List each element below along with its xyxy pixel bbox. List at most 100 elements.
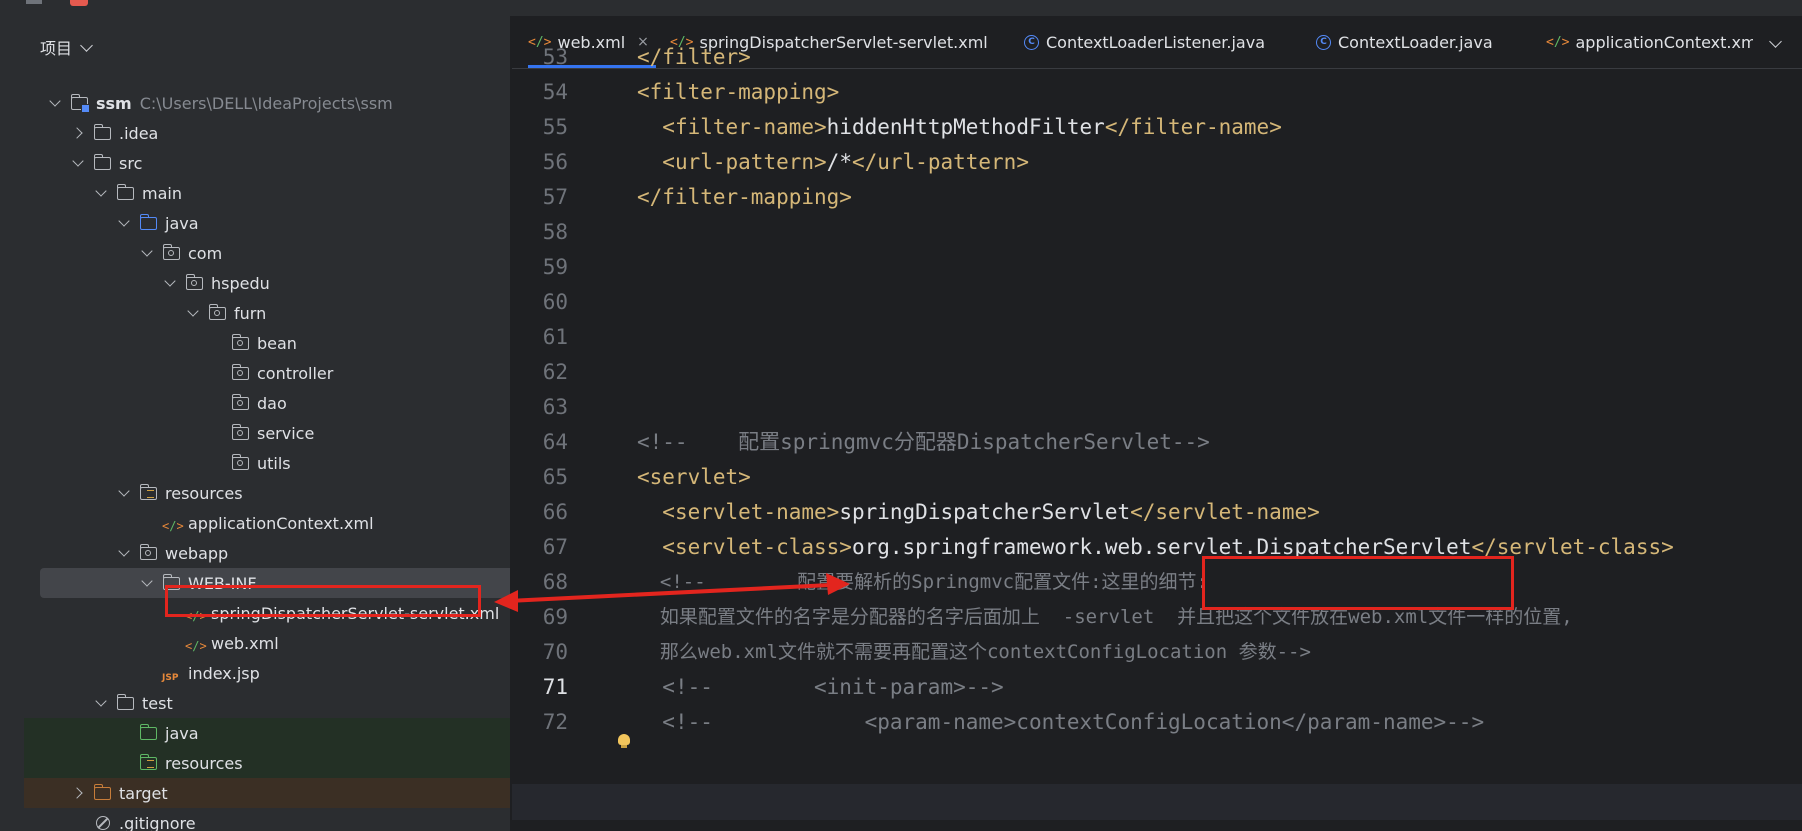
folder-icon — [139, 754, 159, 771]
line-number: 55 — [542, 115, 568, 139]
folder-icon — [70, 94, 90, 113]
tree-item[interactable]: ssm C:\Users\DELL\IdeaProjects\ssm — [24, 88, 522, 118]
tree-item[interactable]: </> web.xml — [24, 628, 522, 658]
tree-item[interactable]: main — [24, 178, 522, 208]
tree-item-label: test — [142, 693, 173, 713]
tree-item[interactable]: src — [24, 148, 522, 178]
code-line: <filter-mapping> — [637, 80, 840, 104]
code-line: <!-- 配置springmvc分配器DispatcherServlet--> — [637, 430, 1210, 454]
folder-icon — [231, 394, 251, 411]
tree-item[interactable]: resources — [24, 748, 522, 778]
folder-icon — [116, 694, 136, 711]
folder-icon — [231, 424, 251, 441]
project-panel-title: 项目 — [40, 39, 73, 58]
editor-tab-label: ContextLoaderListener.java — [1046, 32, 1265, 52]
tree-item-label: java — [165, 723, 199, 743]
chevron-right-icon[interactable] — [70, 126, 85, 140]
chevron-down-icon[interactable] — [140, 245, 154, 260]
xml-file-icon: </> — [185, 639, 207, 653]
tree-item[interactable]: hspedu — [24, 268, 522, 298]
tree-item[interactable]: utils — [24, 448, 522, 478]
tree-item-label: controller — [257, 363, 334, 383]
code-line: <servlet> — [637, 465, 751, 489]
tree-item[interactable]: service — [24, 418, 522, 448]
editor-tab[interactable]: C ContextLoaderListener.java — [1024, 16, 1265, 68]
project-panel: 项目 ssm C:\Users\DELL\IdeaProjects\ssm .ide… — [12, 16, 522, 831]
tree-item-label: utils — [257, 453, 291, 473]
folder-icon — [116, 184, 136, 201]
line-number: 67 — [542, 535, 568, 559]
chevron-down-icon[interactable] — [117, 215, 131, 230]
editor-tab[interactable]: C ContextLoader.java — [1316, 16, 1493, 68]
folder-icon — [93, 124, 113, 141]
tree-item-label: index.jsp — [188, 663, 260, 683]
chevron-down-icon[interactable] — [48, 95, 62, 110]
chevron-down-icon[interactable] — [94, 695, 108, 710]
editor-tab-label: ContextLoader.java — [1338, 32, 1493, 52]
tree-item[interactable]: dao — [24, 388, 522, 418]
folder-icon — [93, 154, 113, 171]
tree-item-label: com — [188, 243, 223, 263]
line-number: 72 — [542, 710, 568, 734]
tree-item[interactable]: JSP index.jsp — [24, 658, 522, 688]
editor-tab[interactable]: </> applicationContext.xml — [1546, 16, 1753, 68]
editor: </> web.xml × </> springDispatcherServlet-se… — [512, 16, 1802, 831]
tree-item[interactable]: .idea — [24, 118, 522, 148]
chevron-down-icon[interactable] — [117, 485, 131, 500]
tool-window-strip — [0, 16, 12, 831]
line-number: 62 — [542, 360, 568, 384]
tree-item-label: applicationContext.xml — [188, 513, 374, 533]
code-line: <!-- 配置要解析的Springmvc配置文件:这里的细节: — [659, 571, 1208, 593]
code-line: <!-- <param-name>contextConfigLocation</… — [662, 710, 1485, 734]
tree-item-label: dao — [257, 393, 287, 413]
tree-item-label: java — [165, 213, 199, 233]
code-line: </filter> — [637, 45, 751, 69]
line-number: 60 — [542, 290, 568, 314]
line-number: 53 — [542, 45, 568, 69]
tree-item[interactable]: com — [24, 238, 522, 268]
tree-item[interactable]: test — [24, 688, 522, 718]
chevron-down-icon[interactable] — [163, 275, 177, 290]
tree-item[interactable]: controller — [24, 358, 522, 388]
chevron-down-icon[interactable] — [140, 575, 154, 590]
line-number: 58 — [542, 220, 568, 244]
folder-icon — [231, 334, 251, 351]
intention-bulb-icon[interactable] — [618, 734, 630, 748]
tree-item[interactable]: java — [24, 718, 522, 748]
tree-item[interactable]: furn — [24, 298, 522, 328]
folder-icon — [139, 724, 159, 741]
xml-file-icon: </> — [162, 519, 184, 533]
folder-icon — [231, 364, 251, 381]
main-menu-icon[interactable] — [26, 0, 42, 4]
line-number: 61 — [542, 325, 568, 349]
line-number: 68 — [542, 570, 568, 594]
chevron-down-icon[interactable] — [71, 155, 85, 170]
tree-item[interactable]: resources — [24, 478, 522, 508]
tree-item[interactable]: java — [24, 208, 522, 238]
tree-item-label: .idea — [119, 123, 159, 143]
chevron-down-icon[interactable] — [117, 545, 131, 560]
jsp-file-icon: JSP — [162, 673, 179, 683]
chevron-down-icon[interactable] — [186, 305, 200, 320]
project-panel-header[interactable]: 项目 — [40, 34, 93, 60]
line-number-gutter: 53 54 55 56 57 58 59 60 61 62 63 64 65 66 67 68 69 70 71 72 — [512, 45, 598, 831]
project-badge-icon[interactable] — [70, 0, 88, 6]
tree-item-label: resources — [165, 753, 243, 773]
code-area[interactable]: </filter> <filter-mapping> <filter-name>h… — [637, 45, 1802, 831]
tree-item-label: src — [119, 153, 143, 173]
highlight-box-servlet-xml-file — [165, 585, 481, 617]
tree-item[interactable]: webapp — [24, 538, 522, 568]
chevron-down-icon[interactable] — [94, 185, 108, 200]
tree-item-label: resources — [165, 483, 243, 503]
tree-item[interactable]: target — [24, 778, 522, 808]
chevron-right-icon[interactable] — [70, 786, 85, 800]
line-number: 54 — [542, 80, 568, 104]
tree-item[interactable]: .gitignore — [24, 808, 522, 831]
folder-icon — [139, 484, 159, 501]
tree-item[interactable]: bean — [24, 328, 522, 358]
tab-list-chevron-icon[interactable] — [1769, 35, 1782, 48]
tree-item[interactable]: </> applicationContext.xml — [24, 508, 522, 538]
line-number: 64 — [542, 430, 568, 454]
folder-icon — [139, 214, 159, 231]
code-line: <servlet-name>springDispatcherServlet</s… — [662, 500, 1320, 524]
